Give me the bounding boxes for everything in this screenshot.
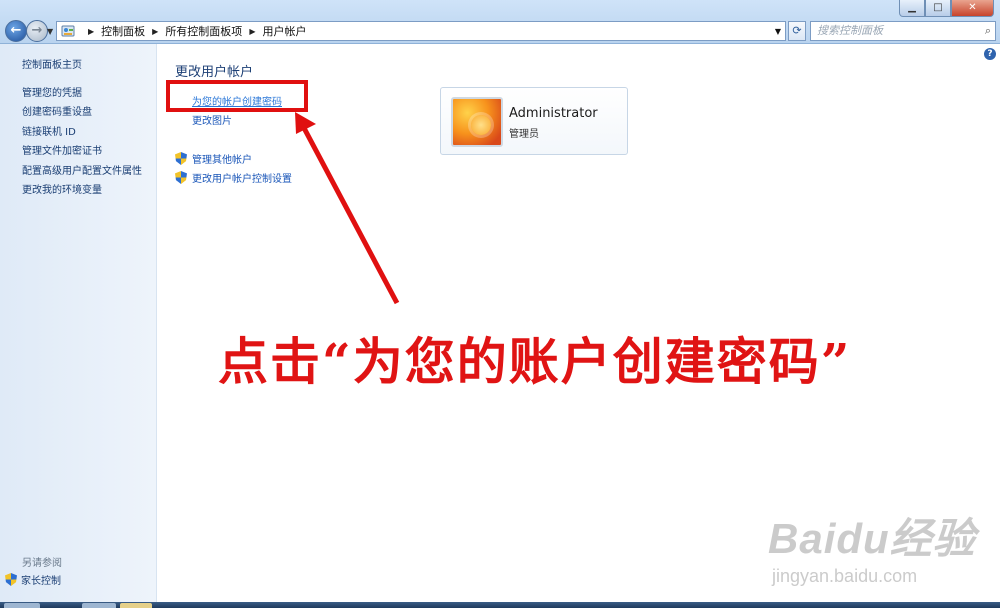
user-account-card: Administrator 管理员 bbox=[440, 87, 628, 155]
back-button[interactable]: ← bbox=[5, 20, 27, 42]
title-address-bar: ▁ □ ✕ ← → ▼ ▶ 控制面板 ▶ 所有控制面板项 ▶ 用户帐户 ▼ ⟳ … bbox=[0, 0, 1000, 44]
user-name: Administrator bbox=[509, 106, 598, 121]
address-bar[interactable]: ▶ 控制面板 ▶ 所有控制面板项 ▶ 用户帐户 ▼ bbox=[56, 21, 786, 41]
breadcrumb-separator: ▶ bbox=[88, 26, 95, 36]
nav-link-online-id[interactable]: 链接联机 ID bbox=[22, 123, 76, 138]
control-panel-icon bbox=[61, 25, 75, 37]
avatar bbox=[451, 97, 503, 147]
nav-advanced-profile[interactable]: 配置高级用户配置文件属性 bbox=[22, 162, 142, 177]
nav-home-link[interactable]: 控制面板主页 bbox=[22, 56, 82, 71]
nav-env-variables[interactable]: 更改我的环境变量 bbox=[22, 181, 102, 196]
uac-settings-label: 更改用户帐户控制设置 bbox=[192, 174, 292, 185]
parental-controls-label: 家长控制 bbox=[21, 576, 61, 587]
watermark-logo-text: Baidu经验 bbox=[768, 515, 976, 562]
taskbar-item[interactable] bbox=[120, 603, 152, 608]
watermark: Baidu经验 jingyan.baidu.com bbox=[768, 505, 976, 587]
left-arrow-icon: ← bbox=[10, 23, 22, 38]
uac-shield-icon bbox=[5, 573, 17, 586]
address-dropdown[interactable]: ▼ bbox=[775, 27, 781, 36]
breadcrumb-user-accounts[interactable]: 用户帐户 bbox=[262, 23, 306, 39]
search-input[interactable]: 搜索控制面板 ⌕ bbox=[810, 21, 996, 41]
refresh-button[interactable]: ⟳ bbox=[788, 21, 806, 41]
recent-pages-dropdown[interactable]: ▼ bbox=[47, 27, 53, 36]
watermark-url: jingyan.baidu.com bbox=[772, 566, 918, 586]
window-controls: ▁ □ ✕ bbox=[899, 0, 994, 17]
change-picture-link[interactable]: 更改图片 bbox=[192, 112, 232, 127]
help-icon[interactable]: ? bbox=[984, 48, 996, 60]
breadcrumb-separator[interactable]: ▶ bbox=[152, 27, 158, 36]
forward-button[interactable]: → bbox=[26, 20, 48, 42]
breadcrumb-control-panel[interactable]: 控制面板 bbox=[101, 23, 145, 39]
see-also-label: 另请参阅 bbox=[22, 558, 62, 569]
taskbar-item[interactable] bbox=[82, 603, 116, 608]
nav-create-reset-disk[interactable]: 创建密码重设盘 bbox=[22, 103, 92, 118]
start-button[interactable] bbox=[4, 603, 40, 608]
manage-other-accounts-label: 管理其他帐户 bbox=[192, 155, 252, 166]
manage-other-accounts-link[interactable]: 管理其他帐户 bbox=[175, 151, 252, 166]
refresh-icon: ⟳ bbox=[792, 24, 802, 37]
nav-parental-controls[interactable]: 家长控制 bbox=[5, 572, 61, 587]
uac-shield-icon bbox=[175, 152, 187, 165]
nav-manage-credentials[interactable]: 管理您的凭据 bbox=[22, 84, 82, 99]
annotation-caption: 点击“为您的账户创建密码” bbox=[218, 332, 852, 391]
page-title: 更改用户帐户 bbox=[175, 65, 254, 80]
search-placeholder: 搜索控制面板 bbox=[817, 24, 883, 37]
taskbar bbox=[0, 602, 1000, 608]
close-button[interactable]: ✕ bbox=[951, 0, 994, 17]
nav-pane: 控制面板主页 管理您的凭据 创建密码重设盘 链接联机 ID 管理文件加密证书 配… bbox=[0, 44, 157, 604]
minimize-button[interactable]: ▁ bbox=[899, 0, 925, 17]
uac-settings-link[interactable]: 更改用户帐户控制设置 bbox=[175, 170, 292, 185]
uac-shield-icon bbox=[175, 171, 187, 184]
breadcrumb-all-items[interactable]: 所有控制面板项 bbox=[165, 23, 242, 39]
user-role: 管理员 bbox=[509, 129, 539, 140]
search-icon[interactable]: ⌕ bbox=[985, 22, 991, 40]
breadcrumb-separator[interactable]: ▶ bbox=[249, 27, 255, 36]
nav-file-encryption-certs[interactable]: 管理文件加密证书 bbox=[22, 142, 102, 157]
annotation-highlight-box bbox=[166, 80, 308, 112]
maximize-button[interactable]: □ bbox=[925, 0, 951, 17]
right-arrow-icon: → bbox=[31, 23, 43, 38]
